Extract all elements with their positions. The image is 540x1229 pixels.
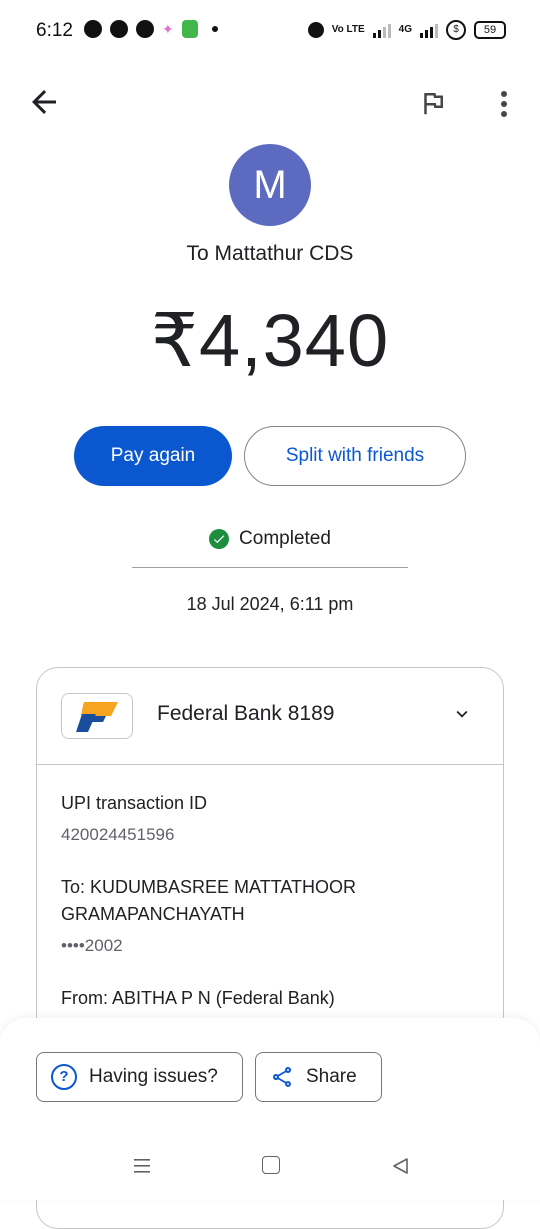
payment-amount: ₹4,340 bbox=[150, 299, 390, 382]
volte-label: Vo LTE bbox=[331, 24, 365, 35]
home-icon[interactable] bbox=[262, 1156, 280, 1174]
recipient-avatar: M bbox=[229, 144, 311, 226]
back-button[interactable] bbox=[26, 84, 62, 120]
more-options-button[interactable] bbox=[492, 86, 516, 122]
chat-icon bbox=[84, 20, 102, 38]
nav-back-icon[interactable] bbox=[390, 1156, 410, 1176]
status-time: 6:12 bbox=[36, 20, 73, 41]
upi-transaction-id: 420024451596 bbox=[61, 825, 175, 844]
federal-bank-logo-icon bbox=[76, 702, 118, 732]
alarm-icon bbox=[307, 22, 324, 38]
status-text: Completed bbox=[239, 528, 331, 549]
divider bbox=[132, 567, 408, 568]
chevron-down-icon[interactable] bbox=[451, 703, 473, 725]
report-button[interactable] bbox=[418, 88, 448, 118]
sparkle-icon: ✦ bbox=[162, 21, 174, 37]
flag-icon bbox=[424, 93, 443, 115]
recipient-name: To Mattathur CDS bbox=[186, 242, 354, 265]
battery-icon: 59 bbox=[474, 21, 506, 39]
whatsapp-icon bbox=[110, 20, 128, 38]
check-circle-icon bbox=[209, 529, 230, 549]
transaction-details: UPI transaction ID 420024451596 To: KUDU… bbox=[61, 790, 481, 1012]
share-button[interactable]: Share bbox=[255, 1052, 382, 1102]
notification-icons: ✦ bbox=[84, 20, 218, 38]
app-icon bbox=[136, 20, 154, 38]
transaction-datetime: 18 Jul 2024, 6:11 pm bbox=[186, 594, 354, 614]
upi-transaction-label: UPI transaction ID bbox=[61, 793, 208, 813]
payment-status: Completed bbox=[0, 528, 540, 550]
pay-again-button[interactable]: Pay again bbox=[74, 426, 232, 486]
to-account-name-line1: To: KUDUMBASREE MATTATHOOR bbox=[61, 877, 357, 897]
bank-account-name: Federal Bank 8189 bbox=[157, 702, 335, 725]
network-label: 4G bbox=[398, 24, 412, 35]
bank-account-row[interactable]: Federal Bank 8189 bbox=[37, 668, 503, 765]
split-with-friends-button[interactable]: Split with friends bbox=[244, 426, 466, 486]
share-label: Share bbox=[306, 1066, 357, 1087]
recent-apps-icon[interactable] bbox=[132, 1156, 152, 1176]
help-icon: ? bbox=[51, 1064, 77, 1090]
to-account-number: ••••2002 bbox=[61, 936, 123, 955]
federal-bank-logo bbox=[61, 693, 133, 739]
system-navigation-bar bbox=[0, 1140, 540, 1200]
to-account-name-line2: GRAMAPANCHAYATH bbox=[61, 904, 245, 924]
share-icon bbox=[272, 1066, 292, 1087]
from-account: From: ABITHA P N (Federal Bank) bbox=[61, 988, 335, 1008]
signal-2-icon bbox=[420, 22, 438, 38]
more-vert-icon bbox=[501, 91, 507, 117]
system-icons: Vo LTE 4G $ 59 bbox=[307, 20, 506, 40]
more-notifications-icon bbox=[211, 26, 218, 32]
having-issues-button[interactable]: ? Having issues? bbox=[36, 1052, 243, 1102]
having-issues-label: Having issues? bbox=[89, 1066, 218, 1087]
signal-icon bbox=[372, 22, 391, 38]
status-bar: 6:12 ✦ Vo LTE 4G $ 59 bbox=[0, 0, 540, 62]
arrow-back-icon bbox=[32, 90, 56, 114]
data-saver-icon: $ bbox=[446, 20, 466, 40]
green-app-icon bbox=[181, 20, 198, 38]
